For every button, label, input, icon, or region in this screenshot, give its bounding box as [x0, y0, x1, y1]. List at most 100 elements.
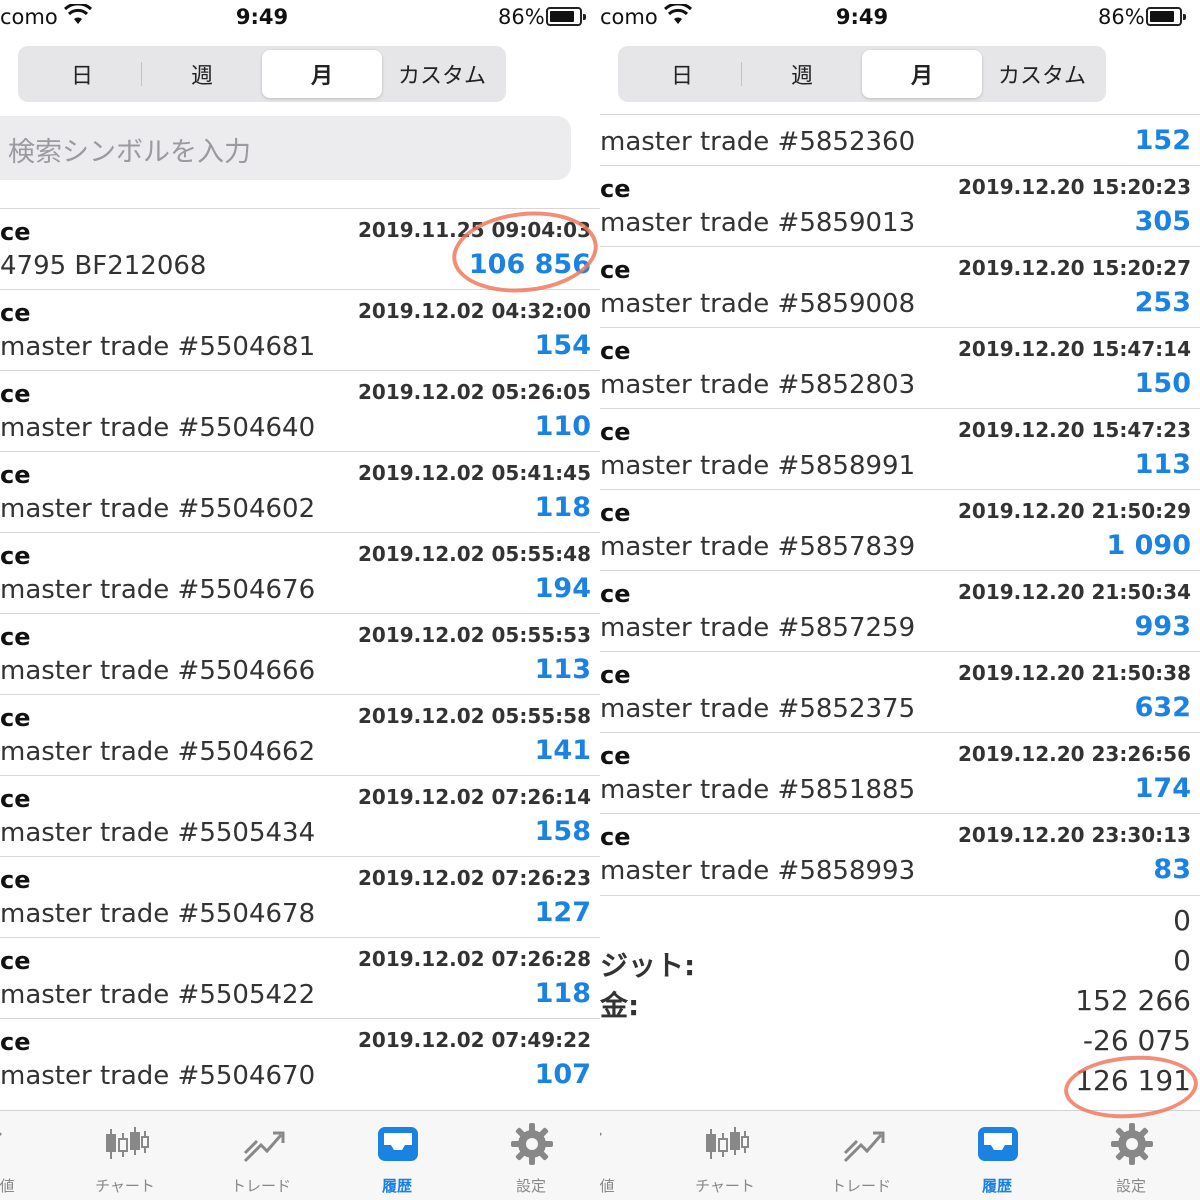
segment-month[interactable]: 月 — [862, 50, 982, 98]
trade-profit: 83 — [1153, 854, 1191, 885]
tab-history[interactable]: 履歴 — [932, 1111, 1062, 1200]
list-item[interactable]: ce 2019.12.20 23:26:56 master trade #58518… — [600, 732, 1200, 813]
tab-label: チャート — [95, 1177, 155, 1195]
trade-comment: master trade #5858991 — [600, 451, 916, 481]
trade-comment: master trade #5504676 — [0, 575, 316, 605]
trade-date: 2019.12.20 15:47:23 — [958, 418, 1191, 442]
summary-value: -26 075 — [1082, 1024, 1191, 1057]
trade-comment: master trade #5857839 — [600, 532, 916, 562]
trade-date: 2019.12.02 07:26:28 — [358, 947, 591, 971]
segment-week[interactable]: 週 — [142, 50, 262, 98]
period-segmented-control: 日 週 月 カスタム — [618, 46, 1106, 102]
settings-icon — [511, 1123, 553, 1165]
search-input[interactable]: 検索シンボルを入力 — [0, 116, 571, 180]
segment-custom[interactable]: カスタム — [982, 50, 1102, 98]
trade-comment: master trade #5505434 — [0, 818, 316, 848]
trade-type: ce — [0, 218, 31, 246]
chart-icon — [706, 1127, 749, 1159]
trade-comment: master trade #5858993 — [600, 856, 916, 886]
trade-profit: 632 — [1134, 692, 1191, 723]
history-icon — [978, 1127, 1018, 1161]
tab-label: トレード — [830, 1177, 891, 1195]
trade-type: ce — [0, 785, 31, 813]
segment-day[interactable]: 日 — [22, 50, 142, 98]
segment-month[interactable]: 月 — [262, 50, 382, 98]
trade-comment: 4795 BF212068 — [0, 251, 207, 281]
list-item[interactable]: ce 2019.12.02 05:26:05 master trade #55046… — [0, 370, 600, 451]
settings-icon — [1111, 1123, 1153, 1165]
summary-label: ジット: — [600, 949, 696, 982]
tab-history[interactable]: 履歴 — [332, 1111, 462, 1200]
list-item[interactable]: ce 2019.12.02 07:26:14 master trade #55054… — [0, 775, 600, 856]
list-item[interactable]: ce 2019.12.20 15:47:14 master trade #58528… — [600, 327, 1200, 408]
list-item[interactable]: ce 2019.12.02 04:32:00 master trade #55046… — [0, 289, 600, 370]
trade-comment: master trade #5852803 — [600, 370, 916, 400]
trade-profit: 158 — [534, 816, 591, 847]
trade-date: 2019.12.02 05:55:53 — [358, 623, 591, 647]
tab-trade[interactable]: トレード — [796, 1111, 926, 1200]
tab-trade[interactable]: トレード — [196, 1111, 326, 1200]
segment-day[interactable]: 日 — [622, 50, 742, 98]
trade-comment: master trade #5852375 — [600, 694, 916, 724]
trade-type: ce — [0, 1028, 31, 1056]
summary-value: 0 — [1173, 944, 1191, 977]
summary-row: 0 — [600, 902, 1200, 942]
trade-profit: 1 090 — [1106, 530, 1191, 561]
list-item[interactable]: master trade #5852360 152 — [600, 114, 1200, 165]
list-item[interactable]: ce 2019.12.20 21:50:29 master trade #58578… — [600, 489, 1200, 570]
trade-date: 2019.12.20 23:26:56 — [958, 742, 1191, 766]
list-item[interactable]: ce 2019.12.02 05:55:48 master trade #55046… — [0, 532, 600, 613]
trade-comment: master trade #5857259 — [600, 613, 916, 643]
trade-type: ce — [600, 742, 631, 770]
trade-profit: 993 — [1134, 611, 1191, 642]
list-item[interactable]: ce 2019.12.20 15:47:23 master trade #58589… — [600, 408, 1200, 489]
trade-type: ce — [0, 866, 31, 894]
trade-date: 2019.12.02 04:32:00 — [358, 299, 591, 323]
list-item[interactable]: ce 2019.12.02 05:55:53 master trade #55046… — [0, 613, 600, 694]
trade-type: ce — [0, 299, 31, 327]
trade-type: ce — [600, 580, 631, 608]
trade-comment: master trade #5504662 — [0, 737, 316, 767]
trade-type: ce — [0, 947, 31, 975]
list-item[interactable]: ce 2019.12.20 21:50:34 master trade #58572… — [600, 570, 1200, 651]
trade-type: ce — [600, 256, 631, 284]
trade-date: 2019.12.02 05:26:05 — [358, 380, 591, 404]
list-item[interactable]: ce 2019.12.20 21:50:38 master trade #58523… — [600, 651, 1200, 732]
trade-comment: master trade #5504681 — [0, 332, 316, 362]
tab-settings[interactable]: 設定 — [1066, 1111, 1196, 1200]
tab-settings[interactable]: 設定 — [466, 1111, 596, 1200]
list-item[interactable]: ce 2019.12.20 15:20:23 master trade #58590… — [600, 165, 1200, 246]
trade-type: ce — [600, 661, 631, 689]
list-item[interactable]: ce 2019.12.20 23:30:13 master trade #58589… — [600, 813, 1200, 894]
battery-icon — [546, 7, 586, 26]
trade-date: 2019.12.02 05:41:45 — [358, 461, 591, 485]
trade-profit: 118 — [534, 492, 591, 523]
trade-date: 2019.12.20 23:30:13 — [958, 823, 1191, 847]
trade-type: ce — [600, 823, 631, 851]
segment-custom[interactable]: カスタム — [382, 50, 502, 98]
summary-value: 152 266 — [1075, 984, 1191, 1017]
tab-chart[interactable]: チャート — [60, 1111, 190, 1200]
list-item[interactable]: ce 2019.12.02 07:49:22 master trade #55046… — [0, 1018, 600, 1099]
trade-profit: 127 — [534, 897, 591, 928]
list-item[interactable]: ce 2019.12.02 05:55:58 master trade #55046… — [0, 694, 600, 775]
tab-label: トレード — [230, 1177, 291, 1195]
quotes-icon — [600, 1132, 602, 1137]
clock-time: 9:49 — [835, 5, 889, 29]
list-item[interactable]: ce 2019.12.02 05:41:45 master trade #55046… — [0, 451, 600, 532]
trade-profit: 110 — [534, 411, 591, 442]
history-list-right: master trade #5852360 152 ce 2019.12.20 1… — [600, 114, 1200, 894]
trade-type: ce — [0, 542, 31, 570]
trade-profit: 194 — [534, 573, 591, 604]
segment-week[interactable]: 週 — [742, 50, 862, 98]
trade-profit: 113 — [1134, 449, 1191, 480]
period-segmented-control: 日 週 月 カスタム — [18, 46, 506, 102]
trade-date: 2019.12.02 07:26:14 — [358, 785, 591, 809]
tab-chart[interactable]: チャート — [660, 1111, 790, 1200]
trade-date: 2019.12.20 15:20:23 — [958, 175, 1191, 199]
list-item[interactable]: ce 2019.12.02 07:26:23 master trade #55046… — [0, 856, 600, 937]
list-item[interactable]: ce 2019.12.02 07:26:28 master trade #55054… — [0, 937, 600, 1018]
trade-date: 2019.12.02 05:55:58 — [358, 704, 591, 728]
trade-type: ce — [600, 418, 631, 446]
list-item[interactable]: ce 2019.12.20 15:20:27 master trade #58590… — [600, 246, 1200, 327]
